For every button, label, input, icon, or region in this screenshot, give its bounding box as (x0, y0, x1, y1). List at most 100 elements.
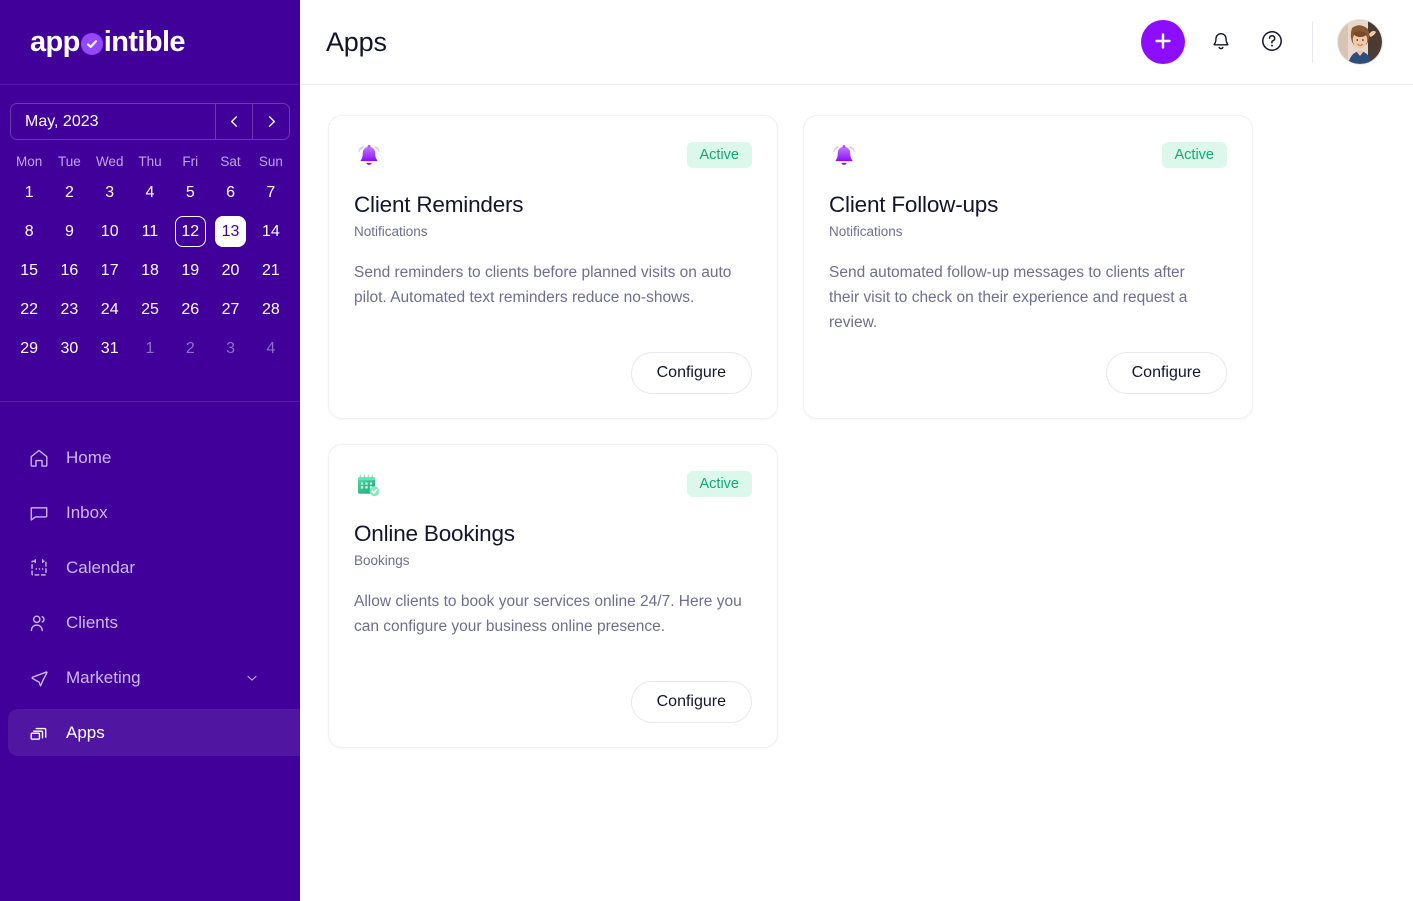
calendar-day-number: 3 (215, 333, 246, 364)
calendar-day[interactable]: 13 (210, 215, 250, 248)
calendar-day[interactable]: 11 (130, 215, 170, 248)
sidebar-item-inbox[interactable]: Inbox (0, 485, 300, 540)
calendar-day[interactable]: 10 (90, 215, 130, 248)
calendar-day[interactable]: 12 (170, 215, 210, 248)
sidebar-item-label: Calendar (66, 558, 135, 578)
calendar-day[interactable]: 28 (251, 293, 291, 326)
calendar-weekday: Mon (9, 154, 49, 176)
calendar-day-number: 27 (215, 294, 246, 325)
ringing-bell-emoji (354, 142, 394, 178)
sidebar-header: app intible (0, 0, 300, 85)
calendar-day-number: 7 (255, 177, 286, 208)
sidebar-item-apps[interactable]: Apps (0, 705, 300, 760)
calendar-day-number: 29 (14, 333, 45, 364)
calendar-day[interactable]: 1 (130, 332, 170, 365)
app-card-actions: Configure (354, 352, 752, 394)
calendar-day-number: 4 (255, 333, 286, 364)
calendar-day[interactable]: 31 (90, 332, 130, 365)
app-card-header: Active (354, 471, 752, 507)
calendar-weekday: Fri (170, 154, 210, 176)
bell-icon (1210, 30, 1232, 55)
calendar-day[interactable]: 30 (49, 332, 89, 365)
calendar-day-number: 14 (255, 216, 286, 247)
app-card-description: Allow clients to book your services onli… (354, 589, 744, 639)
calendar-day-number: 1 (134, 333, 165, 364)
app-card-actions: Configure (829, 352, 1227, 394)
calendar-day[interactable]: 23 (49, 293, 89, 326)
app-root: app intible May, 2023 (0, 0, 1413, 901)
calendar-day[interactable]: 29 (9, 332, 49, 365)
sidebar-item-label: Inbox (66, 503, 108, 523)
calendar-day[interactable]: 5 (170, 176, 210, 209)
calendar-day[interactable]: 21 (251, 254, 291, 287)
megaphone-icon (28, 667, 54, 689)
calendar-day-number: 10 (94, 216, 125, 247)
sidebar-item-home[interactable]: Home (0, 430, 300, 485)
calendar-day[interactable]: 9 (49, 215, 89, 248)
calendar-weekday: Thu (130, 154, 170, 176)
notifications-button[interactable] (1206, 27, 1236, 57)
calendar-day[interactable]: 18 (130, 254, 170, 287)
calendar-day[interactable]: 22 (9, 293, 49, 326)
apps-content: ActiveClient RemindersNotificationsSend … (300, 85, 1413, 901)
calendar-day-number: 31 (94, 333, 125, 364)
ringing-bell-emoji (829, 142, 869, 178)
brand-logo[interactable]: app intible (30, 26, 185, 59)
calendar-day[interactable]: 26 (170, 293, 210, 326)
app-card: ActiveOnline BookingsBookingsAllow clien… (328, 444, 778, 748)
sidebar-item-label: Marketing (66, 668, 141, 688)
calendar-day[interactable]: 3 (210, 332, 250, 365)
avatar[interactable] (1337, 19, 1383, 65)
chevron-down-icon[interactable] (244, 670, 260, 686)
calendar-prev-button[interactable] (215, 104, 252, 139)
calendar-day-number: 12 (175, 216, 206, 247)
calendar-day[interactable]: 19 (170, 254, 210, 287)
help-button[interactable] (1257, 27, 1287, 57)
calendar-month-label: May, 2023 (11, 104, 215, 139)
calendar-day[interactable]: 4 (251, 332, 291, 365)
sidebar-item-label: Apps (66, 723, 105, 743)
calendar-next-button[interactable] (252, 104, 289, 139)
calendar-day[interactable]: 15 (9, 254, 49, 287)
calendar-day[interactable]: 3 (90, 176, 130, 209)
calendar-day-number: 26 (175, 294, 206, 325)
configure-button[interactable]: Configure (1106, 352, 1227, 394)
calendar-day[interactable]: 27 (210, 293, 250, 326)
calendar-day[interactable]: 16 (49, 254, 89, 287)
calendar-day[interactable]: 4 (130, 176, 170, 209)
calendar-day-number: 4 (134, 177, 165, 208)
calendar-day-number: 13 (215, 216, 246, 247)
sidebar-item-marketing[interactable]: Marketing (0, 650, 300, 705)
calendar-day[interactable]: 6 (210, 176, 250, 209)
calendar-day[interactable]: 14 (251, 215, 291, 248)
calendar-day[interactable]: 20 (210, 254, 250, 287)
configure-button[interactable]: Configure (631, 352, 752, 394)
brand-name-prefix: app (30, 26, 80, 59)
app-card-title: Client Follow-ups (829, 192, 1227, 218)
home-icon (28, 447, 54, 469)
calendar-day-number: 8 (14, 216, 45, 247)
sidebar-item-clients[interactable]: Clients (0, 595, 300, 650)
add-button[interactable] (1141, 20, 1185, 64)
calendar-day-number: 28 (255, 294, 286, 325)
app-card-header: Active (829, 142, 1227, 178)
calendar-day-number: 2 (175, 333, 206, 364)
plus-icon (1153, 31, 1173, 54)
calendar-day[interactable]: 2 (170, 332, 210, 365)
calendar-check-emoji (354, 471, 394, 507)
calendar-day[interactable]: 17 (90, 254, 130, 287)
configure-button[interactable]: Configure (631, 681, 752, 723)
sidebar-item-calendar[interactable]: Calendar (0, 540, 300, 595)
status-badge: Active (687, 142, 753, 168)
chat-bubble-icon (28, 502, 54, 524)
calendar-weekday-row: MonTueWedThuFriSatSun (9, 154, 291, 176)
calendar-day[interactable]: 8 (9, 215, 49, 248)
calendar-day[interactable]: 24 (90, 293, 130, 326)
calendar-day[interactable]: 1 (9, 176, 49, 209)
app-card-title: Client Reminders (354, 192, 752, 218)
calendar-day[interactable]: 7 (251, 176, 291, 209)
calendar-day[interactable]: 2 (49, 176, 89, 209)
calendar-day[interactable]: 25 (130, 293, 170, 326)
calendar-day-number: 30 (54, 333, 85, 364)
app-card-category: Notifications (354, 224, 752, 239)
